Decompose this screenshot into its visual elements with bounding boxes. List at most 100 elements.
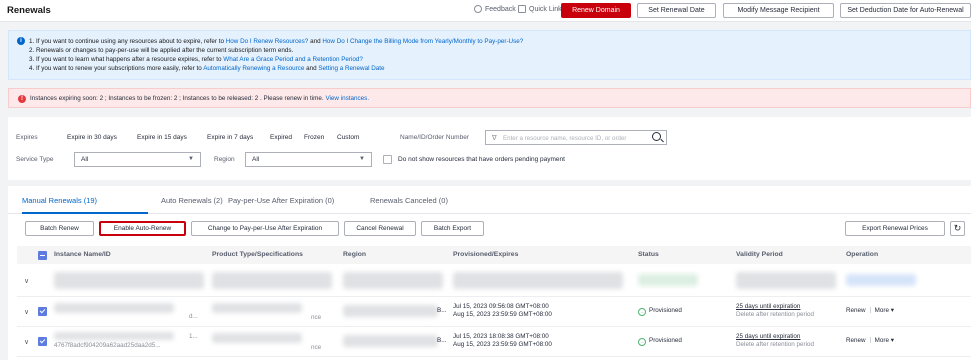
caret-down-icon: ▾ bbox=[890, 307, 894, 314]
quick-links[interactable]: Quick Links bbox=[518, 5, 565, 13]
change-billing-mode-link[interactable]: How Do I Change the Billing Mode from Ye… bbox=[322, 38, 523, 45]
search-icon[interactable] bbox=[652, 132, 661, 141]
select-all-checkbox[interactable] bbox=[38, 251, 47, 260]
info-icon: i bbox=[17, 37, 25, 45]
more-dropdown[interactable]: More bbox=[875, 307, 889, 314]
caret-down-icon: ▾ bbox=[890, 337, 894, 344]
cancel-renewal-button[interactable]: Cancel Renewal bbox=[344, 221, 416, 236]
region-label: Region bbox=[214, 156, 235, 163]
filter-icon: ∇ bbox=[492, 135, 497, 142]
quick-links-icon bbox=[518, 5, 526, 13]
region-select[interactable]: All ▼ bbox=[245, 152, 372, 167]
provisioned-time: Jul 15, 2023 18:08:38 GMT+08:00 bbox=[453, 333, 549, 340]
redacted-status bbox=[638, 274, 698, 286]
chip-expire-7[interactable]: Expire in 7 days bbox=[203, 131, 257, 145]
col-region: Region bbox=[343, 251, 367, 258]
tab-divider bbox=[8, 213, 971, 214]
more-dropdown[interactable]: More bbox=[875, 337, 889, 344]
chevron-down-icon: ▼ bbox=[188, 156, 194, 162]
redacted-product bbox=[212, 333, 302, 343]
col-product-type: Product Type/Specifications bbox=[212, 251, 303, 258]
set-renewal-date-button[interactable]: Set Renewal Date bbox=[637, 3, 716, 18]
redacted-region bbox=[343, 335, 438, 347]
chevron-down-icon[interactable]: ∨ bbox=[24, 338, 29, 346]
col-operation: Operation bbox=[846, 251, 879, 258]
chevron-down-icon[interactable]: ∨ bbox=[24, 308, 29, 316]
row-operations: Renew More ▾ bbox=[846, 307, 894, 315]
pending-payment-checkbox[interactable] bbox=[383, 155, 392, 164]
row-checkbox[interactable] bbox=[38, 307, 47, 316]
modify-message-recipient-button[interactable]: Modify Message Recipient bbox=[723, 3, 834, 18]
tab-renewals-canceled[interactable]: Renewals Canceled (0) bbox=[370, 196, 448, 205]
row-operations: Renew More ▾ bbox=[846, 337, 894, 345]
chip-custom[interactable]: Custom bbox=[333, 131, 363, 145]
col-instance: Instance Name/ID bbox=[54, 251, 111, 258]
feedback-link[interactable]: Feedback bbox=[474, 5, 516, 13]
warning-icon: ! bbox=[18, 95, 26, 103]
chip-frozen[interactable]: Frozen bbox=[300, 131, 328, 145]
status-badge: → Provisioned bbox=[638, 337, 682, 346]
batch-export-button[interactable]: Batch Export bbox=[421, 221, 484, 236]
redacted-operation bbox=[846, 274, 916, 286]
chip-expire-15[interactable]: Expire in 15 days bbox=[133, 131, 191, 145]
grace-period-link[interactable]: What Are a Grace Period and a Retention … bbox=[223, 56, 363, 63]
view-instances-link[interactable]: View instances. bbox=[325, 95, 369, 102]
batch-renew-button[interactable]: Batch Renew bbox=[25, 221, 94, 236]
redacted-instance-name bbox=[54, 303, 174, 313]
instance-id: 4767f8adcf904209a62aad25daa2d5... bbox=[54, 342, 161, 349]
table-row-group: ∨ bbox=[17, 264, 971, 297]
tab-manual-renewals[interactable]: Manual Renewals (19) bbox=[22, 196, 97, 205]
validity-period: 25 days until expiration bbox=[736, 333, 801, 340]
renew-link[interactable]: Renew bbox=[846, 307, 866, 314]
chevron-down-icon: ▼ bbox=[359, 156, 365, 162]
status-badge: → Provisioned bbox=[638, 307, 682, 316]
col-validity: Validity Period bbox=[736, 251, 783, 258]
filter-panel: Expires Expire in 30 days Expire in 15 d… bbox=[8, 117, 971, 180]
table-header: Instance Name/ID Product Type/Specificat… bbox=[17, 246, 971, 264]
col-status: Status bbox=[638, 251, 659, 258]
check-circle-icon: → bbox=[638, 308, 646, 316]
search-input[interactable]: ∇ Enter a resource name, resource ID, or… bbox=[485, 130, 667, 145]
renew-domain-button[interactable]: Renew Domain bbox=[561, 3, 631, 18]
refresh-icon[interactable]: ↻ bbox=[950, 221, 965, 236]
name-id-label: Name/ID/Order Number bbox=[400, 134, 469, 141]
renew-link[interactable]: Renew bbox=[846, 337, 866, 344]
expiry-warning: ! Instances expiring soon: 2 ; Instances… bbox=[8, 88, 971, 108]
redacted-product bbox=[212, 303, 302, 313]
col-provisioned: Provisioned/Expires bbox=[453, 251, 519, 258]
export-renewal-prices-button[interactable]: Export Renewal Prices bbox=[845, 221, 945, 236]
redacted-dates bbox=[453, 272, 623, 289]
set-deduction-date-button[interactable]: Set Deduction Date for Auto-Renewal bbox=[840, 3, 971, 18]
page-title: Renewals bbox=[7, 5, 51, 16]
info-notice: i 1. If you want to continue using any r… bbox=[8, 30, 971, 80]
row-checkbox[interactable] bbox=[38, 337, 47, 346]
service-type-select[interactable]: All ▼ bbox=[74, 152, 201, 167]
active-tab-indicator bbox=[22, 212, 148, 214]
redacted-instance-name bbox=[54, 332, 174, 340]
chip-expire-30[interactable]: Expire in 30 days bbox=[63, 131, 121, 145]
instance-id: d... bbox=[189, 313, 198, 320]
chevron-down-icon[interactable]: ∨ bbox=[24, 277, 29, 285]
page-header: Renewals Feedback Quick Links Renew Doma… bbox=[0, 0, 971, 22]
service-type-label: Service Type bbox=[16, 156, 54, 163]
redacted-region bbox=[343, 305, 438, 317]
table-row: ∨ 1... 4767f8adcf904209a62aad25daa2d5...… bbox=[17, 327, 971, 357]
how-to-renew-link[interactable]: How Do I Renew Resources? bbox=[226, 38, 309, 45]
tab-auto-renewals[interactable]: Auto Renewals (2) bbox=[161, 196, 223, 205]
enable-auto-renew-button[interactable]: Enable Auto-Renew bbox=[99, 221, 186, 236]
change-to-pay-per-use-button[interactable]: Change to Pay-per-Use After Expiration bbox=[191, 221, 339, 236]
instance-name-frag: 1... bbox=[189, 333, 198, 340]
retention-policy: Delete after retention period bbox=[736, 311, 815, 318]
region-value: B... bbox=[437, 307, 447, 314]
feedback-icon bbox=[474, 5, 482, 13]
setting-renewal-date-link[interactable]: Setting a Renewal Date bbox=[318, 65, 384, 72]
expires-label: Expires bbox=[16, 134, 38, 141]
chip-expired[interactable]: Expired bbox=[266, 131, 296, 145]
product-spec: nce bbox=[311, 344, 322, 351]
expires-time: Aug 15, 2023 23:59:59 GMT+08:00 bbox=[453, 341, 552, 348]
redacted-product bbox=[212, 272, 332, 289]
retention-policy: Delete after retention period bbox=[736, 341, 815, 348]
expires-time: Aug 15, 2023 23:59:59 GMT+08:00 bbox=[453, 311, 552, 318]
auto-renew-resource-link[interactable]: Automatically Renewing a Resource bbox=[203, 65, 304, 72]
tab-pay-per-use[interactable]: Pay-per-Use After Expiration (0) bbox=[228, 196, 334, 205]
